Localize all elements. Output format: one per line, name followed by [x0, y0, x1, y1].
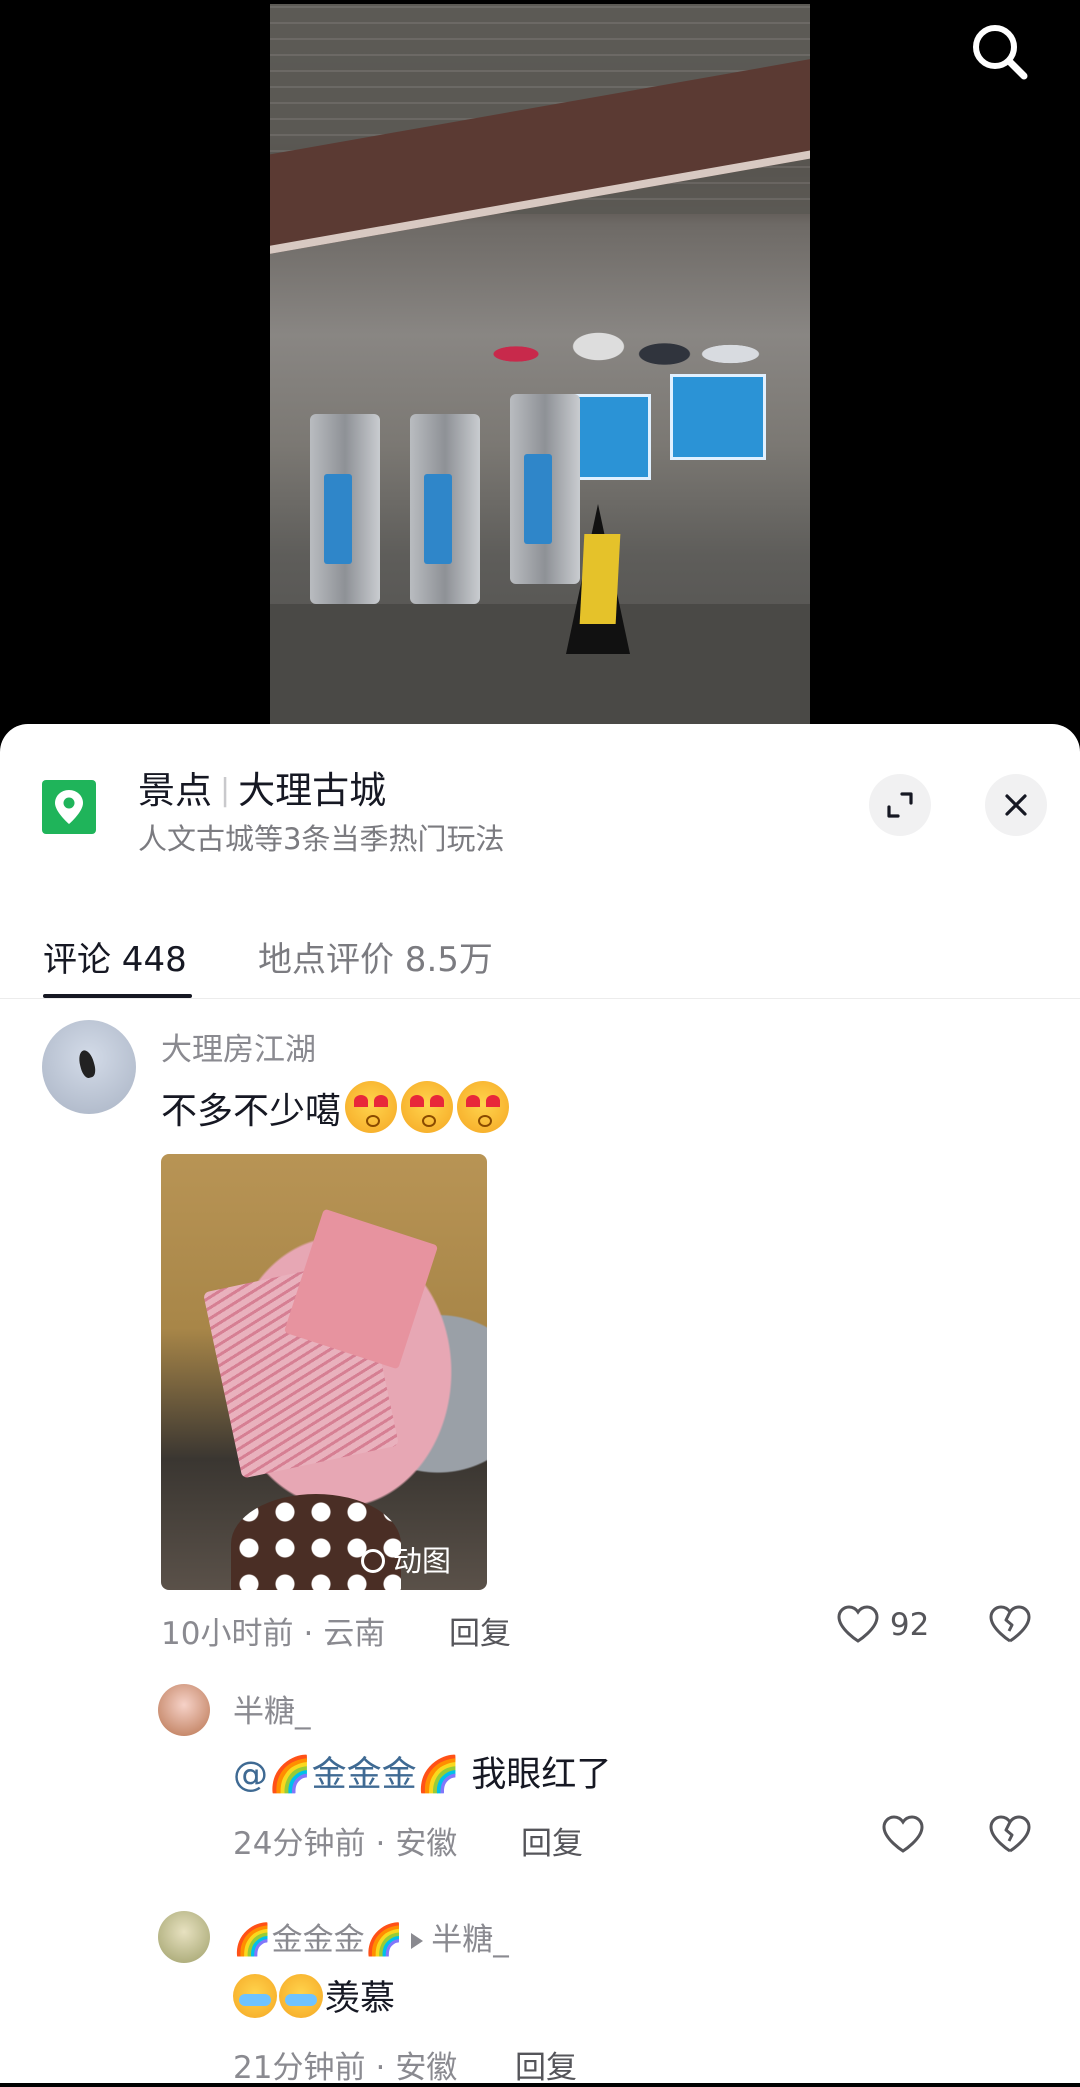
video-cone-stripe: [579, 534, 621, 624]
reply-text: @🌈金金金🌈 我眼红了: [233, 1746, 611, 1797]
video-ground: [270, 604, 810, 740]
video-player[interactable]: [0, 0, 1080, 740]
location-name: 大理古城: [238, 769, 387, 812]
reply-meta: 21分钟前 · 安徽: [233, 2042, 457, 2087]
broken-heart-icon: [989, 1605, 1031, 1643]
location-pin-icon[interactable]: [42, 780, 96, 834]
gif-icon: [361, 1549, 385, 1573]
like-count: 92: [889, 1607, 930, 1643]
heart-icon: [882, 1815, 924, 1853]
reply-button[interactable]: 回复: [449, 1608, 511, 1653]
meta-separator: ·: [375, 2050, 386, 2086]
meta-separator: ·: [303, 1616, 314, 1652]
reply-region: 安徽: [395, 1826, 458, 1862]
tab-comments[interactable]: 评论 448: [43, 932, 187, 981]
reply-text: 羡慕: [233, 1970, 395, 2021]
location-title[interactable]: 景点 | 大理古城: [138, 760, 386, 814]
video-frame[interactable]: [270, 4, 810, 740]
active-tab-indicator: [43, 994, 192, 998]
tab-location-reviews[interactable]: 地点评价 8.5万: [258, 932, 493, 981]
avatar[interactable]: [158, 1911, 210, 1963]
comment-time: 10小时前: [161, 1616, 294, 1652]
heart-icon: [837, 1605, 879, 1643]
broken-heart-icon: [989, 1815, 1031, 1853]
gif-badge-label: 动图: [393, 1544, 452, 1578]
location-subtitle[interactable]: 人文古城等3条当季热门玩法: [138, 816, 504, 858]
crying-emoji-icon: [279, 1974, 323, 2018]
expand-button[interactable]: [869, 774, 931, 836]
comment-region: 云南: [323, 1616, 386, 1652]
title-divider: |: [220, 773, 231, 808]
reply-button[interactable]: 回复: [515, 2042, 577, 2087]
comment-text-body: 不多不少噶: [161, 1091, 342, 1132]
heart-eyes-emoji-icon: [345, 1081, 398, 1133]
reply-arrow-icon: [411, 1933, 424, 1949]
comment-text: 不多不少噶: [161, 1081, 510, 1134]
comment-username[interactable]: 大理房江湖: [161, 1024, 316, 1069]
heart-eyes-emoji-icon: [401, 1081, 454, 1133]
expand-icon: [887, 792, 913, 818]
dislike-button[interactable]: [988, 1604, 1032, 1652]
comment-gif-image[interactable]: 动图: [161, 1154, 487, 1590]
comment-meta: 10小时前 · 云南: [161, 1608, 385, 1653]
avatar[interactable]: [42, 1020, 136, 1114]
video-turnstile: [310, 414, 380, 604]
like-button[interactable]: 92: [836, 1604, 929, 1644]
reply-button[interactable]: 回复: [521, 1818, 583, 1863]
reply-meta: 24分钟前 · 安徽: [233, 1818, 457, 1863]
like-button[interactable]: [881, 1814, 925, 1862]
dislike-button[interactable]: [988, 1814, 1032, 1862]
reply-time: 24分钟前: [233, 1826, 366, 1862]
meta-separator: ·: [375, 1826, 386, 1862]
location-category: 景点: [138, 769, 212, 812]
close-icon: [1005, 794, 1027, 816]
reply-region: 安徽: [395, 2050, 458, 2086]
comment-sheet: 景点 | 大理古城 人文古城等3条当季热门玩法 评论 448 地点评价 8.5万 大…: [0, 724, 1080, 2086]
avatar[interactable]: [158, 1684, 210, 1736]
reply-text-body: 羡慕: [325, 1979, 396, 2019]
reply-to-username[interactable]: 半糖_: [431, 1922, 509, 1958]
video-banner: [670, 374, 766, 460]
search-icon[interactable]: [968, 20, 1032, 84]
reply-header: 🌈金金金🌈 半糖_: [233, 1914, 509, 1959]
gif-badge: 动图: [361, 1538, 451, 1580]
close-button[interactable]: [985, 774, 1047, 836]
reply-mention[interactable]: @🌈金金金🌈: [233, 1755, 460, 1795]
reply-time: 21分钟前: [233, 2050, 366, 2086]
video-turnstile: [410, 414, 480, 604]
heart-eyes-emoji-icon: [457, 1081, 510, 1133]
crying-emoji-icon: [233, 1974, 277, 2018]
tab-bar: 评论 448 地点评价 8.5万: [0, 874, 1080, 999]
reply-text-body: 我眼红了: [471, 1755, 612, 1795]
reply-username[interactable]: 半糖_: [233, 1686, 311, 1731]
reply-username[interactable]: 🌈金金金🌈: [233, 1922, 403, 1958]
